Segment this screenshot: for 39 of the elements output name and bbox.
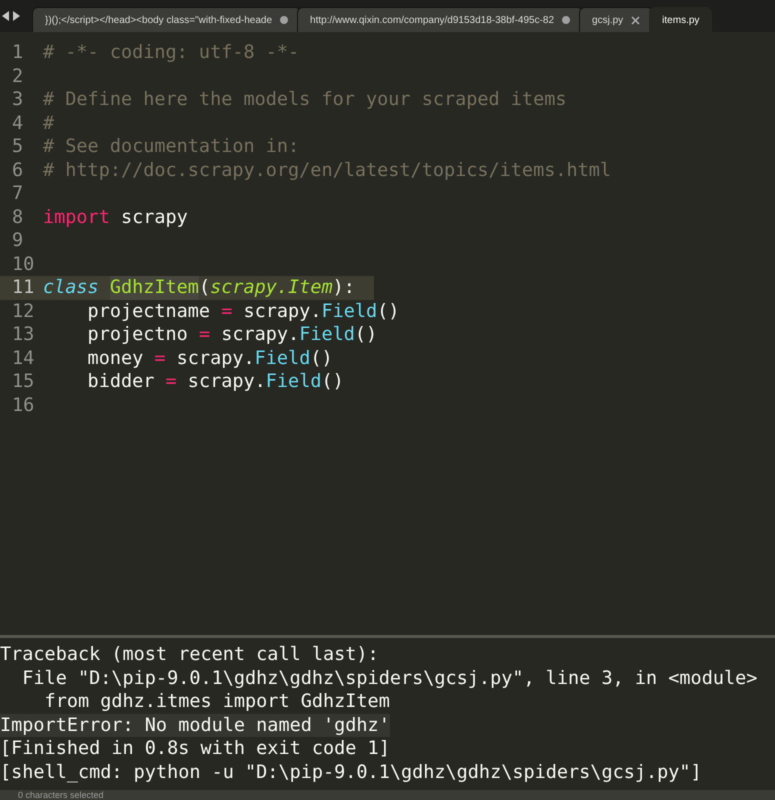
line-number: 6 (11, 158, 24, 182)
left-arrow-icon[interactable] (2, 11, 9, 21)
line-number: 5 (11, 135, 24, 158)
code-line: import scrapy (43, 206, 188, 229)
line-number: 7 (11, 182, 24, 206)
line-number: 9 (11, 229, 24, 252)
output-line: [shell_cmd: python -u "D:\pip-9.0.1\gdhz\gdhz\spiders\gcsj.py"] (0, 760, 702, 784)
line-number: 4 (11, 112, 24, 135)
code-line: money = scrapy.Field() (86, 346, 333, 370)
line-number: 12 (11, 300, 36, 323)
line-number: 15 (11, 370, 36, 394)
modified-dot-icon (280, 16, 288, 24)
output-line: [Finished in 0.8s with exit code 1] (0, 737, 390, 760)
code-line: projectno = scrapy.Field() (86, 323, 378, 346)
modified-dot-icon (562, 16, 570, 24)
output-line: Traceback (most recent call last): (0, 643, 379, 666)
code-line: # See documentation in: (43, 135, 300, 158)
line-number: 14 (11, 346, 36, 370)
code-line: # Define here the models for your scraped items (43, 88, 566, 112)
close-icon[interactable] (631, 16, 640, 24)
line-number: 16 (11, 394, 36, 417)
output-line: File "D:\pip-9.0.1\gdhz\gdhz\spiders\gcsj.py", line 3, in <module> (21, 666, 758, 690)
code-line: # -*- coding: utf-8 -*- (43, 41, 300, 64)
line-number: 11 (11, 276, 36, 300)
line-number: 1 (11, 41, 24, 64)
code-line: class GdhzItem(scrapy.Item): (43, 276, 355, 300)
code-line: projectname = scrapy.Field() (86, 300, 400, 323)
code-line: # (43, 112, 54, 135)
status-text: 0 characters selected (0, 790, 775, 800)
code-line: bidder = scrapy.Field() (86, 370, 344, 394)
line-number: 3 (11, 88, 24, 112)
line-number: 10 (11, 252, 36, 276)
right-arrow-icon[interactable] (13, 11, 20, 21)
line-number: 2 (11, 64, 24, 88)
code-line: # http://doc.scrapy.org/en/latest/topics/items.html (43, 158, 612, 182)
editor-tab[interactable]: items.py (649, 7, 712, 32)
line-number: 8 (11, 206, 24, 229)
output-line: from gdhz.itmes import GdhzItem (44, 690, 390, 714)
line-number: 13 (11, 323, 36, 346)
